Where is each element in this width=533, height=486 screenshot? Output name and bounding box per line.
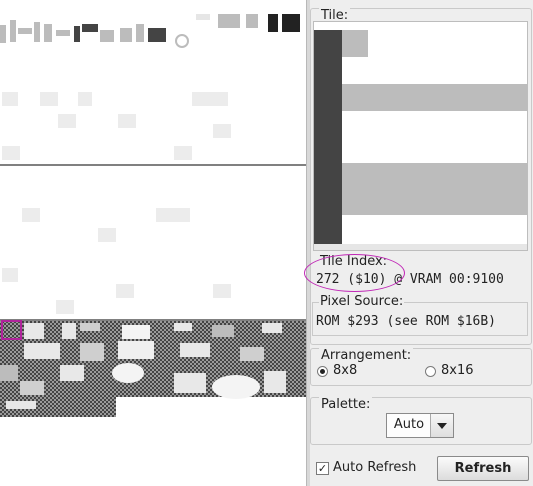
arrangement-8x16-radio[interactable] xyxy=(425,366,436,377)
tile-pixel-block xyxy=(314,244,527,250)
selected-tile-marker[interactable] xyxy=(1,320,22,340)
auto-refresh-label[interactable]: Auto Refresh xyxy=(333,460,416,475)
refresh-button[interactable]: Refresh xyxy=(437,456,529,481)
tile-pixel-block xyxy=(314,30,342,245)
tile xyxy=(78,92,92,106)
chevron-down-icon[interactable] xyxy=(430,414,453,437)
annotation-ring xyxy=(304,254,405,292)
palette-select[interactable]: Auto xyxy=(386,413,454,438)
tile-viewer[interactable] xyxy=(0,0,306,486)
arrangement-label: Arrangement: xyxy=(319,348,414,363)
pixel-source-value: ROM $293 (see ROM $16B) xyxy=(316,314,497,329)
palette-label: Palette: xyxy=(319,397,373,412)
tile xyxy=(192,92,228,106)
tile xyxy=(56,300,74,314)
tile-preview xyxy=(313,21,528,251)
arrangement-8x8-radio[interactable] xyxy=(317,366,328,377)
tile-pixel-block xyxy=(342,84,527,111)
tile xyxy=(2,92,18,106)
tile xyxy=(156,208,190,222)
tile xyxy=(213,124,231,138)
tiles-graphic xyxy=(0,321,306,417)
arrangement-8x8-label[interactable]: 8x8 xyxy=(333,363,357,378)
tile xyxy=(213,284,231,298)
tile-pixel-block xyxy=(342,163,527,215)
tile xyxy=(58,114,76,128)
tile xyxy=(40,92,58,106)
auto-refresh-checkbox[interactable]: ✓ xyxy=(316,462,329,475)
tile xyxy=(118,114,136,128)
divider xyxy=(0,164,306,166)
tile-pixel-block xyxy=(342,30,368,57)
tile xyxy=(174,146,192,160)
tile-grid-dense xyxy=(0,321,306,417)
arrangement-8x16-label[interactable]: 8x16 xyxy=(441,363,474,378)
pixel-source-label: Pixel Source: xyxy=(319,294,405,309)
tile xyxy=(2,146,20,160)
tile xyxy=(2,268,18,282)
tile-row-top xyxy=(0,10,306,50)
palette-select-value: Auto xyxy=(393,417,425,432)
tile xyxy=(116,284,134,298)
tile xyxy=(98,228,116,242)
logo-fragment-graphic xyxy=(0,14,300,48)
tile xyxy=(22,208,40,222)
